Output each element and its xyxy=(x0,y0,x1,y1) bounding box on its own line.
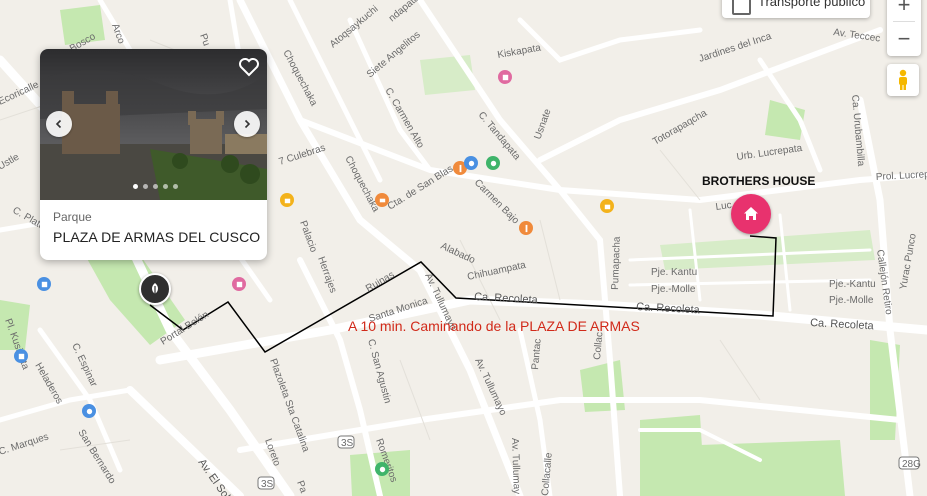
bus-icon[interactable] xyxy=(37,277,51,291)
route-shield: 3S xyxy=(341,438,354,449)
route-shield: 28G xyxy=(902,459,921,470)
place-category: Parque xyxy=(53,210,92,224)
transport-toggle[interactable]: Transporte público xyxy=(722,0,870,18)
street-label: Pje. Kantu xyxy=(651,267,697,278)
bus-icon[interactable] xyxy=(14,349,28,363)
camera-icon[interactable] xyxy=(82,404,96,418)
photo-dot[interactable] xyxy=(133,184,138,189)
pegman-icon xyxy=(899,69,907,90)
zoom-out-button[interactable]: − xyxy=(887,22,921,56)
route-shield: 3S xyxy=(261,479,274,490)
photo-dot[interactable] xyxy=(163,184,168,189)
place-photo[interactable] xyxy=(40,49,267,200)
shop-icon[interactable] xyxy=(280,193,294,207)
destination-marker[interactable] xyxy=(731,194,771,234)
street-label: Av. Tullumay xyxy=(509,438,522,495)
transport-label: Transporte público xyxy=(758,0,866,9)
street-label: Pje.-Molle xyxy=(651,284,696,295)
home-icon xyxy=(744,207,758,220)
photo-dot[interactable] xyxy=(153,184,158,189)
street-view-button[interactable] xyxy=(887,64,919,96)
destination-label: BROTHERS HOUSE xyxy=(702,174,816,188)
restaurant-icon[interactable] xyxy=(519,221,533,235)
photo-dot[interactable] xyxy=(143,184,148,189)
street-label: Pumapacha xyxy=(610,236,623,290)
coffee-icon[interactable] xyxy=(375,193,389,207)
photo-dot[interactable] xyxy=(173,184,178,189)
chevron-left-icon xyxy=(55,119,62,129)
camera-icon[interactable] xyxy=(464,156,478,170)
chevron-right-icon xyxy=(244,119,251,129)
transport-checkbox[interactable] xyxy=(732,0,751,15)
plaza-marker[interactable] xyxy=(139,273,171,305)
park-icon[interactable] xyxy=(375,462,389,476)
leaf-icon xyxy=(152,283,158,295)
museum-icon[interactable] xyxy=(498,70,512,84)
street-label: Pje.-Molle xyxy=(829,295,874,306)
museum-icon[interactable] xyxy=(232,277,246,291)
heart-icon[interactable] xyxy=(237,55,261,79)
park-icon[interactable] xyxy=(486,156,500,170)
street-label: Pje.-Kantu xyxy=(829,279,876,290)
zoom-in-button[interactable]: + xyxy=(887,0,921,22)
zoom-controls: + − xyxy=(887,0,921,56)
next-photo-button[interactable] xyxy=(234,111,260,137)
prev-photo-button[interactable] xyxy=(46,111,72,137)
photo-indicator xyxy=(133,184,178,189)
place-title[interactable]: PLAZA DE ARMAS DEL CUSCO xyxy=(53,229,260,245)
shop-icon[interactable] xyxy=(600,199,614,213)
street-label: Luc xyxy=(715,200,732,213)
place-card[interactable]: Parque PLAZA DE ARMAS DEL CUSCO xyxy=(40,49,267,260)
route-caption: A 10 min. Caminando de la PLAZA DE ARMAS xyxy=(348,318,640,334)
